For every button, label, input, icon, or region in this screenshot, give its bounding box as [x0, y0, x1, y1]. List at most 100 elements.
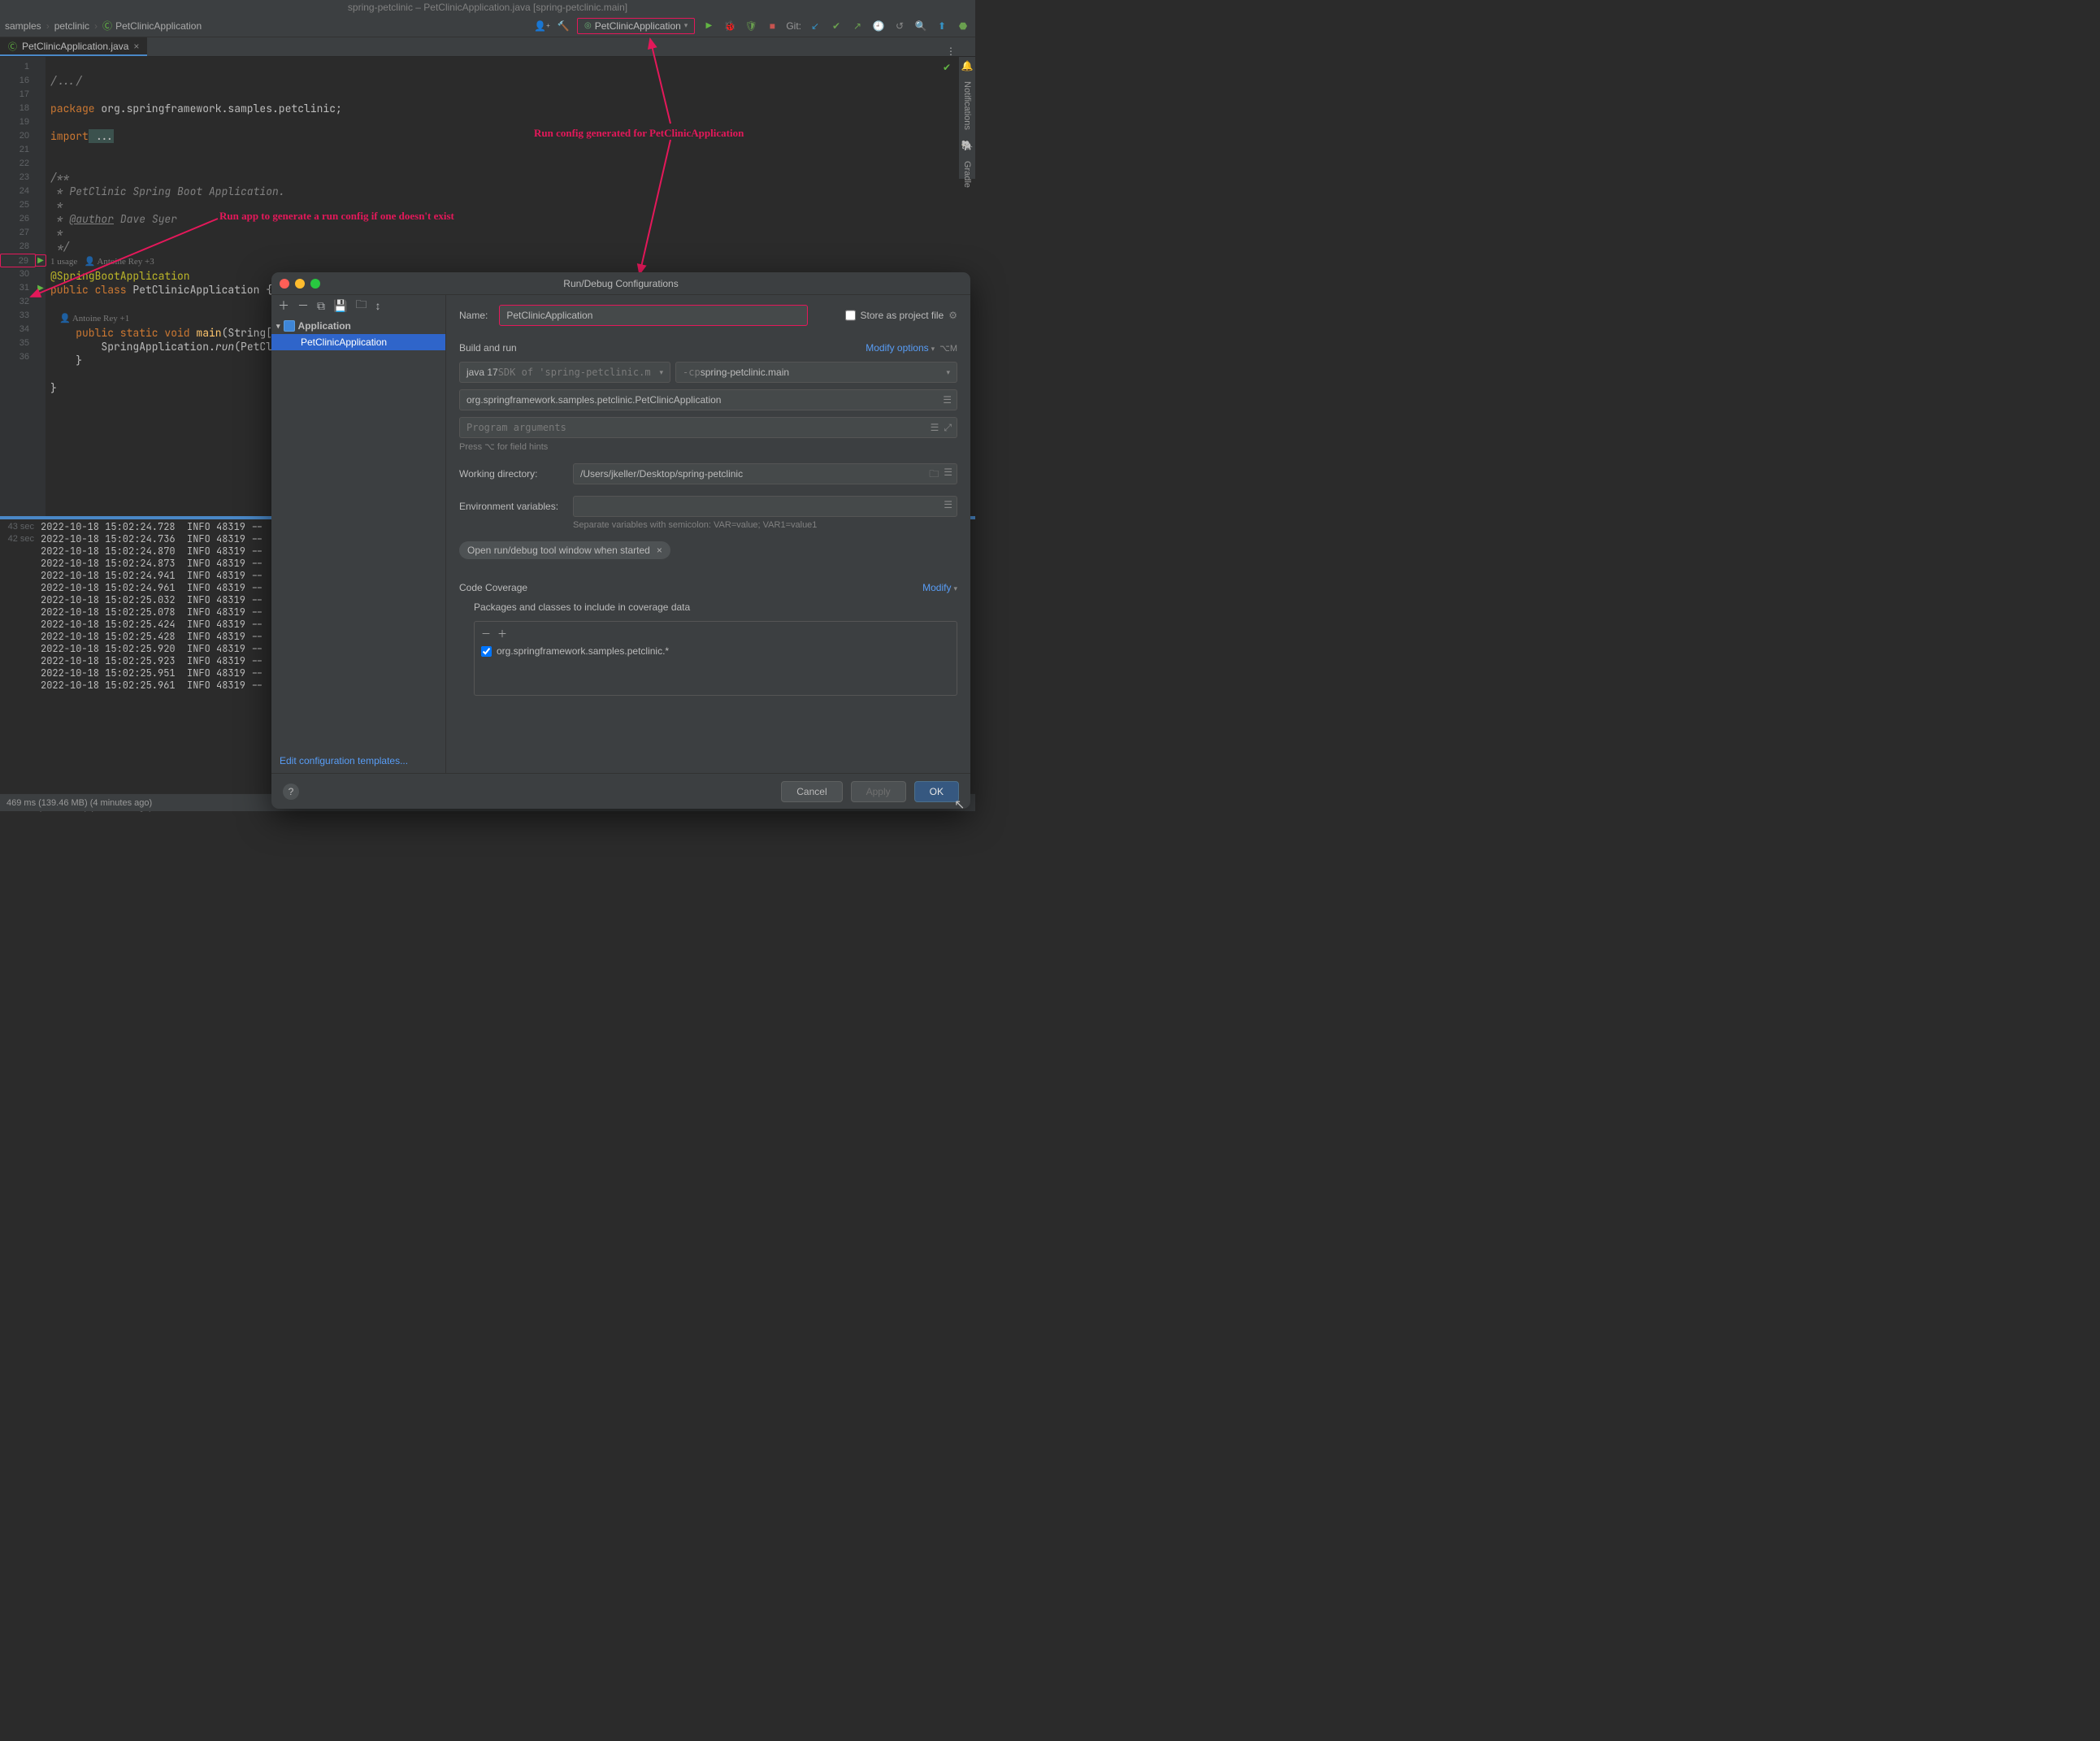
- name-input[interactable]: [499, 305, 808, 326]
- env-vars-input[interactable]: [573, 496, 957, 517]
- save-icon[interactable]: 💾: [333, 299, 347, 313]
- code-comment: * PetClinic Spring Boot Application.: [50, 185, 285, 198]
- coverage-item-checkbox[interactable]: [481, 646, 492, 657]
- console-gutter: 43 sec 42 sec: [0, 519, 39, 764]
- ide-logo-icon[interactable]: ⬣: [956, 19, 970, 33]
- run-gutter-icon[interactable]: ▶: [36, 254, 46, 267]
- breadcrumb[interactable]: samples › petclinic › Ⓒ PetClinicApplica…: [5, 19, 202, 33]
- git-update-icon[interactable]: ↙: [808, 19, 822, 33]
- list-icon[interactable]: ☰: [943, 394, 952, 406]
- dialog-footer: ? Cancel Apply OK: [271, 773, 970, 809]
- code-kw: public class: [50, 283, 132, 297]
- coverage-icon[interactable]: 🛡: [744, 19, 758, 33]
- config-tree[interactable]: ▾ Application PetClinicApplication: [271, 316, 445, 749]
- modify-options-shortcut: ⌥M: [939, 343, 957, 354]
- modify-options-link[interactable]: Modify options: [866, 342, 935, 354]
- inspection-ok-icon[interactable]: ✔: [943, 62, 951, 73]
- chevron-down-icon: ▾: [684, 21, 688, 30]
- notifications-tab[interactable]: Notifications: [962, 81, 972, 130]
- run-config-selector[interactable]: ◎ PetClinicApplication ▾: [577, 18, 695, 34]
- expand-icon[interactable]: ↕: [375, 299, 380, 312]
- gradle-icon[interactable]: 🐘: [961, 140, 974, 151]
- git-label: Git:: [786, 20, 801, 32]
- code-comment: /**: [50, 171, 69, 185]
- stop-icon[interactable]: ■: [765, 19, 779, 33]
- apply-button[interactable]: Apply: [851, 781, 906, 802]
- breadcrumb-item[interactable]: petclinic: [54, 20, 89, 32]
- working-dir-input[interactable]: [573, 463, 957, 484]
- run-icon[interactable]: ▶: [701, 19, 716, 33]
- annotation-text: Run config generated for PetClinicApplic…: [534, 127, 744, 140]
- jre-selector[interactable]: java 17 SDK of 'spring-petclinic.m▾: [459, 362, 670, 383]
- breadcrumb-item[interactable]: PetClinicApplication: [115, 20, 202, 32]
- add-icon[interactable]: ＋: [278, 297, 289, 314]
- store-as-project-file[interactable]: Store as project file ⚙: [845, 310, 957, 321]
- folder-icon[interactable]: 🗀: [929, 467, 939, 484]
- add-icon[interactable]: ＋: [497, 627, 507, 640]
- code-class-name: PetClinicApplication: [132, 283, 266, 297]
- application-icon: [284, 320, 295, 332]
- close-icon[interactable]: ×: [133, 41, 139, 52]
- config-type-application[interactable]: ▾ Application: [271, 318, 445, 334]
- gradle-tab[interactable]: Gradle: [962, 161, 972, 188]
- more-icon[interactable]: ⋮: [946, 46, 956, 57]
- expand-icon[interactable]: ⤢: [944, 422, 952, 434]
- remove-option-icon[interactable]: ×: [657, 545, 662, 556]
- memory-indicator[interactable]: 469 ms (139.46 MB) (4 minutes ago): [0, 797, 276, 811]
- git-push-icon[interactable]: ↗: [850, 19, 865, 33]
- git-commit-icon[interactable]: ✔: [829, 19, 844, 33]
- dialog-titlebar[interactable]: Run/Debug Configurations: [271, 272, 970, 295]
- help-button[interactable]: ?: [283, 784, 299, 800]
- remove-icon[interactable]: －: [481, 627, 491, 640]
- modify-coverage-link[interactable]: Modify: [922, 582, 957, 593]
- copy-icon[interactable]: ⧉: [317, 299, 325, 313]
- usages-hint[interactable]: 1 usage: [50, 257, 85, 267]
- env-vars-label: Environment variables:: [459, 501, 573, 512]
- remove-icon[interactable]: －: [297, 297, 309, 314]
- editor-tabs: Ⓒ PetClinicApplication.java ×: [0, 37, 975, 57]
- code-fold[interactable]: ...: [89, 129, 114, 143]
- folder-icon[interactable]: 🗀: [355, 296, 367, 315]
- ide-update-icon[interactable]: ⬆: [935, 19, 949, 33]
- class-icon: Ⓒ: [102, 19, 112, 33]
- run-gutter-icon[interactable]: ▶: [36, 281, 46, 295]
- ok-button[interactable]: OK: [914, 781, 959, 802]
- cancel-button[interactable]: Cancel: [781, 781, 842, 802]
- list-icon[interactable]: ☰: [944, 467, 952, 484]
- config-tree-toolbar: ＋ － ⧉ 💾 🗀 ↕: [271, 295, 445, 316]
- main-class-input[interactable]: org.springframework.samples.petclinic.Pe…: [459, 389, 957, 410]
- user-icon: 👤: [85, 257, 98, 267]
- breadcrumb-sep: ›: [46, 20, 50, 32]
- author-hint[interactable]: Antoine Rey +3: [97, 257, 154, 267]
- window-title: spring-petclinic – PetClinicApplication.…: [0, 0, 975, 15]
- build-icon[interactable]: 🔨: [556, 19, 571, 33]
- debug-icon[interactable]: 🐞: [722, 19, 737, 33]
- edit-templates-link[interactable]: Edit configuration templates...: [271, 749, 445, 773]
- user-icon: 👤: [59, 314, 72, 323]
- code-annotation: @SpringBootApplication: [50, 269, 190, 283]
- history-icon[interactable]: 🕘: [871, 19, 886, 33]
- time-label: 42 sec: [0, 533, 39, 545]
- spring-icon: ◎: [584, 21, 592, 30]
- code-text: SpringApplication.: [101, 340, 215, 354]
- store-checkbox[interactable]: [845, 310, 856, 321]
- field-hints-label: Press ⌥ for field hints: [459, 441, 957, 452]
- program-args-input[interactable]: Program arguments ☰ ⤢: [459, 417, 957, 438]
- add-user-icon[interactable]: 👤+: [535, 19, 549, 33]
- search-icon[interactable]: 🔍: [913, 19, 928, 33]
- editor-tab[interactable]: Ⓒ PetClinicApplication.java ×: [0, 37, 147, 56]
- code-fold[interactable]: /.../: [50, 74, 82, 88]
- config-item-petclinic[interactable]: PetClinicApplication: [271, 334, 445, 350]
- coverage-listbox[interactable]: － ＋ org.springframework.samples.petclini…: [474, 621, 957, 696]
- list-icon[interactable]: ☰: [931, 422, 939, 434]
- classpath-selector[interactable]: -cp spring-petclinic.main▾: [675, 362, 957, 383]
- breadcrumb-item[interactable]: samples: [5, 20, 41, 32]
- bell-icon[interactable]: 🔔: [961, 60, 974, 72]
- author-hint[interactable]: Antoine Rey +1: [72, 314, 129, 323]
- chevron-down-icon: ▾: [276, 322, 280, 331]
- list-icon[interactable]: ☰: [944, 499, 952, 510]
- editor-tab-label: PetClinicApplication.java: [22, 41, 128, 52]
- rollback-icon[interactable]: ↺: [892, 19, 907, 33]
- gear-icon[interactable]: ⚙: [948, 310, 957, 321]
- option-pill[interactable]: Open run/debug tool window when started …: [459, 541, 670, 559]
